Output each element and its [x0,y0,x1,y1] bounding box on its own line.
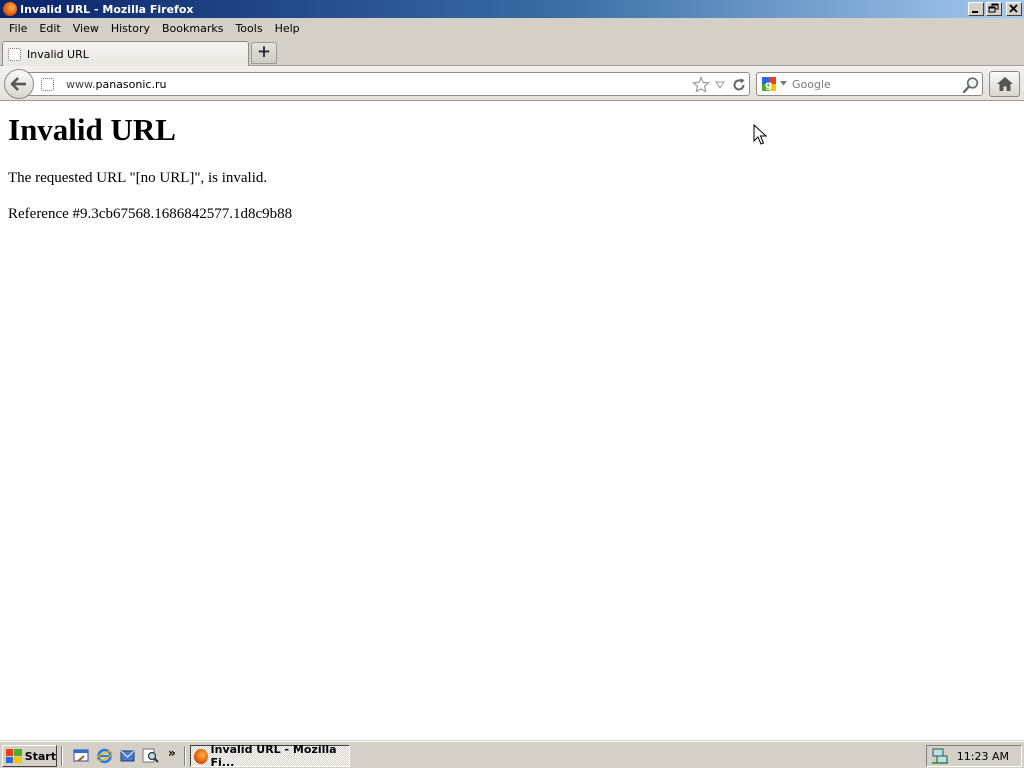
menu-bar: File Edit View History Bookmarks Tools H… [0,18,1024,39]
page-content: Invalid URL The requested URL "[no URL]"… [0,102,1024,740]
page-heading: Invalid URL [8,112,176,147]
internet-explorer-icon[interactable] [96,747,113,764]
quicklaunch-more-button[interactable]: » [168,746,176,760]
tab-strip: Invalid URL + [0,39,1024,66]
default-favicon-icon [8,47,21,61]
mouse-cursor-icon [753,124,767,145]
taskbar-task-label: Invalid URL - Mozilla Fi... [210,743,337,768]
minimize-button[interactable] [968,2,984,16]
url-domain: panasonic.ru [95,78,167,91]
start-button[interactable]: Start [2,745,57,767]
google-icon[interactable]: g [762,77,776,91]
back-arrow-icon [10,77,26,91]
window-title: Invalid URL - Mozilla Firefox [20,2,194,16]
navigation-toolbar: www.panasonic.ru g Google [0,66,1024,101]
search-bar[interactable]: g Google [756,72,983,96]
restore-icon [988,3,999,13]
network-icon[interactable] [931,748,949,764]
menu-view[interactable]: View [67,22,105,35]
url-text[interactable]: www.panasonic.ru [66,78,166,91]
home-button[interactable] [989,71,1020,97]
tab-label: Invalid URL [27,47,89,61]
menu-tools[interactable]: Tools [229,22,268,35]
bookmark-star-icon[interactable] [692,76,710,94]
outlook-icon[interactable] [119,747,136,764]
window-titlebar[interactable]: Invalid URL - Mozilla Firefox [0,0,1024,18]
search-input[interactable]: Google [792,78,831,91]
taskbar-firefox-window[interactable]: Invalid URL - Mozilla Fi... [190,743,350,768]
reload-icon[interactable] [731,77,747,93]
identity-icon[interactable] [41,78,54,91]
back-button[interactable] [4,69,34,99]
minimize-icon [972,11,978,13]
menu-help[interactable]: Help [269,22,306,35]
reference-id: Reference #9.3cb67568.1686842577.1d8c9b8… [8,206,293,222]
system-tray: 11:23 AM [926,745,1022,767]
url-bar[interactable]: www.panasonic.ru [28,72,750,96]
show-desktop-icon[interactable] [73,747,90,764]
url-prefix: www. [66,78,96,91]
menu-bookmarks[interactable]: Bookmarks [156,22,229,35]
home-icon [996,77,1013,91]
taskbar-separator [184,746,186,766]
svg-text:g: g [765,80,772,91]
windows-logo-icon [6,749,22,763]
new-tab-button[interactable]: + [251,42,277,64]
taskbar-separator [61,746,63,766]
firefox-icon [3,2,17,16]
taskbar: Start » Invalid URL - Mozilla Fi... 11:2… [0,741,1024,768]
window-controls [968,2,1022,16]
close-icon [1009,4,1018,13]
firefox-icon [194,748,208,764]
magnifier-icon[interactable] [962,76,980,94]
tab-invalid-url[interactable]: Invalid URL [2,41,249,66]
search-engine-dropdown-icon[interactable] [780,81,787,86]
menu-file[interactable]: File [3,22,33,35]
start-label: Start [24,749,56,763]
menu-history[interactable]: History [105,22,156,35]
restore-button[interactable] [986,2,1002,16]
error-message: The requested URL "[no URL]", is invalid… [8,170,268,186]
clock[interactable]: 11:23 AM [957,750,1009,763]
search-icon[interactable] [142,747,159,764]
menu-edit[interactable]: Edit [33,22,66,35]
url-history-dropdown-icon[interactable] [715,81,725,89]
close-button[interactable] [1006,2,1022,16]
